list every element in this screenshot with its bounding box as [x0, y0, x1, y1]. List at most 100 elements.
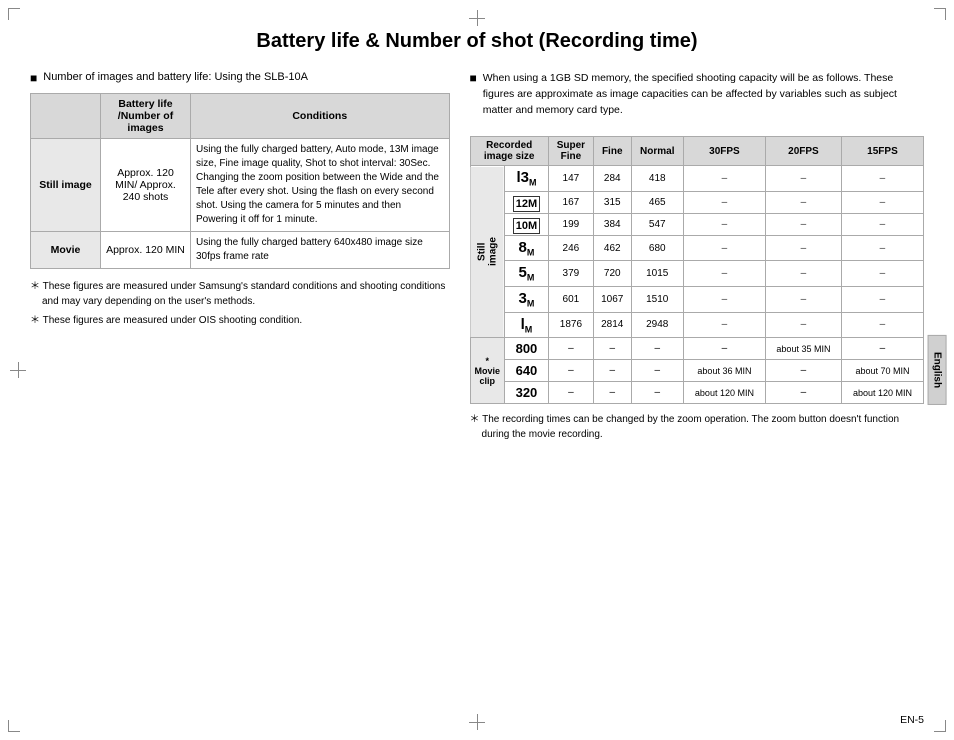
table-row: Movie Approx. 120 MIN Using the fully ch… [31, 232, 450, 269]
3m-normal: 1510 [631, 287, 683, 313]
8m-15fps: – [841, 235, 923, 261]
10m-20fps: – [765, 213, 841, 235]
movie-battery: Approx. 120 MIN [101, 232, 191, 269]
still-battery: Approx. 120 MIN/ Approx. 240 shots [101, 139, 191, 232]
800-30fps: – [683, 338, 765, 360]
800-superfine: – [548, 338, 593, 360]
13m-superfine: 147 [548, 166, 593, 192]
10m-superfine: 199 [548, 213, 593, 235]
crosshair-bottom [469, 714, 485, 730]
col-fine: Fine [593, 137, 631, 166]
left-battery-header: Battery life /Number of images [101, 94, 191, 139]
table-row: 3M 601 1067 1510 – – – [470, 287, 923, 313]
10m-fine: 384 [593, 213, 631, 235]
right-intro-text: When using a 1GB SD memory, the specifie… [483, 71, 924, 118]
left-section-header: ■ Number of images and battery life: Usi… [30, 71, 450, 85]
3m-15fps: – [841, 287, 923, 313]
8m-superfine: 246 [548, 235, 593, 261]
table-row: 640 – – – about 36 MIN – about 70 MIN [470, 360, 923, 382]
1m-30fps: – [683, 312, 765, 338]
320-superfine: – [548, 382, 593, 404]
13m-normal: 418 [631, 166, 683, 192]
table-row: 10M 199 384 547 – – – [470, 213, 923, 235]
col-20fps: 20FPS [765, 137, 841, 166]
800-15fps: – [841, 338, 923, 360]
left-col1-header [31, 94, 101, 139]
page: English Battery life & Number of shot (R… [0, 0, 954, 740]
1m-normal: 2948 [631, 312, 683, 338]
movie-label: Movie [31, 232, 101, 269]
3m-fine: 1067 [593, 287, 631, 313]
side-tab: English [927, 335, 946, 405]
left-header-text: Number of images and battery life: Using… [43, 71, 308, 83]
right-column: ■ When using a 1GB SD memory, the specif… [470, 71, 924, 442]
13m-30fps: – [683, 166, 765, 192]
640-normal: – [631, 360, 683, 382]
320-30fps: about 120 MIN [683, 382, 765, 404]
size-1m: lM [505, 312, 549, 338]
note-2: These figures are measured under OIS sho… [30, 313, 450, 328]
table-row: 320 – – – about 120 MIN – about 120 MIN [470, 382, 923, 404]
12m-15fps: – [841, 191, 923, 213]
320-15fps: about 120 MIN [841, 382, 923, 404]
left-column: ■ Number of images and battery life: Usi… [30, 71, 450, 442]
3m-20fps: – [765, 287, 841, 313]
12m-normal: 465 [631, 191, 683, 213]
crosshair-top [469, 10, 485, 26]
13m-15fps: – [841, 166, 923, 192]
12m-20fps: – [765, 191, 841, 213]
col-recorded-size: Recordedimage size [470, 137, 548, 166]
800-normal: – [631, 338, 683, 360]
size-13m: l3M [505, 166, 549, 192]
320-fine: – [593, 382, 631, 404]
left-table: Battery life /Number of images Condition… [30, 93, 450, 269]
800-20fps: about 35 MIN [765, 338, 841, 360]
1m-fine: 2814 [593, 312, 631, 338]
bullet-icon-right: ■ [470, 71, 477, 85]
3m-superfine: 601 [548, 287, 593, 313]
640-superfine: – [548, 360, 593, 382]
size-800: 800 [505, 338, 549, 360]
size-12m: 12M [505, 191, 549, 213]
still-conditions: Using the fully charged battery, Auto mo… [191, 139, 450, 232]
1m-20fps: – [765, 312, 841, 338]
content-area: ■ Number of images and battery life: Usi… [30, 71, 924, 442]
table-row: * Movieclip 800 – – – – about 35 MIN – [470, 338, 923, 360]
10m-normal: 547 [631, 213, 683, 235]
page-number: EN-5 [900, 714, 924, 726]
13m-fine: 284 [593, 166, 631, 192]
1m-15fps: – [841, 312, 923, 338]
size-8m: 8M [505, 235, 549, 261]
320-20fps: – [765, 382, 841, 404]
3m-30fps: – [683, 287, 765, 313]
8m-normal: 680 [631, 235, 683, 261]
8m-fine: 462 [593, 235, 631, 261]
800-fine: – [593, 338, 631, 360]
5m-normal: 1015 [631, 261, 683, 287]
corner-bl [8, 720, 20, 732]
col-super-fine: SuperFine [548, 137, 593, 166]
table-row: lM 1876 2814 2948 – – – [470, 312, 923, 338]
crosshair-left [10, 362, 26, 378]
bullet-icon: ■ [30, 71, 37, 85]
col-normal: Normal [631, 137, 683, 166]
table-row: 12M 167 315 465 – – – [470, 191, 923, 213]
movie-clip-group-label: * Movieclip [470, 338, 505, 404]
col-30fps: 30FPS [683, 137, 765, 166]
table-row: 5M 379 720 1015 – – – [470, 261, 923, 287]
corner-tr [934, 8, 946, 20]
10m-15fps: – [841, 213, 923, 235]
1m-superfine: 1876 [548, 312, 593, 338]
12m-fine: 315 [593, 191, 631, 213]
size-5m: 5M [505, 261, 549, 287]
table-row: Still image Approx. 120 MIN/ Approx. 240… [31, 139, 450, 232]
corner-br [934, 720, 946, 732]
320-normal: – [631, 382, 683, 404]
page-title: Battery life & Number of shot (Recording… [30, 30, 924, 53]
corner-tl [8, 8, 20, 20]
5m-fine: 720 [593, 261, 631, 287]
5m-superfine: 379 [548, 261, 593, 287]
12m-30fps: – [683, 191, 765, 213]
10m-30fps: – [683, 213, 765, 235]
8m-30fps: – [683, 235, 765, 261]
